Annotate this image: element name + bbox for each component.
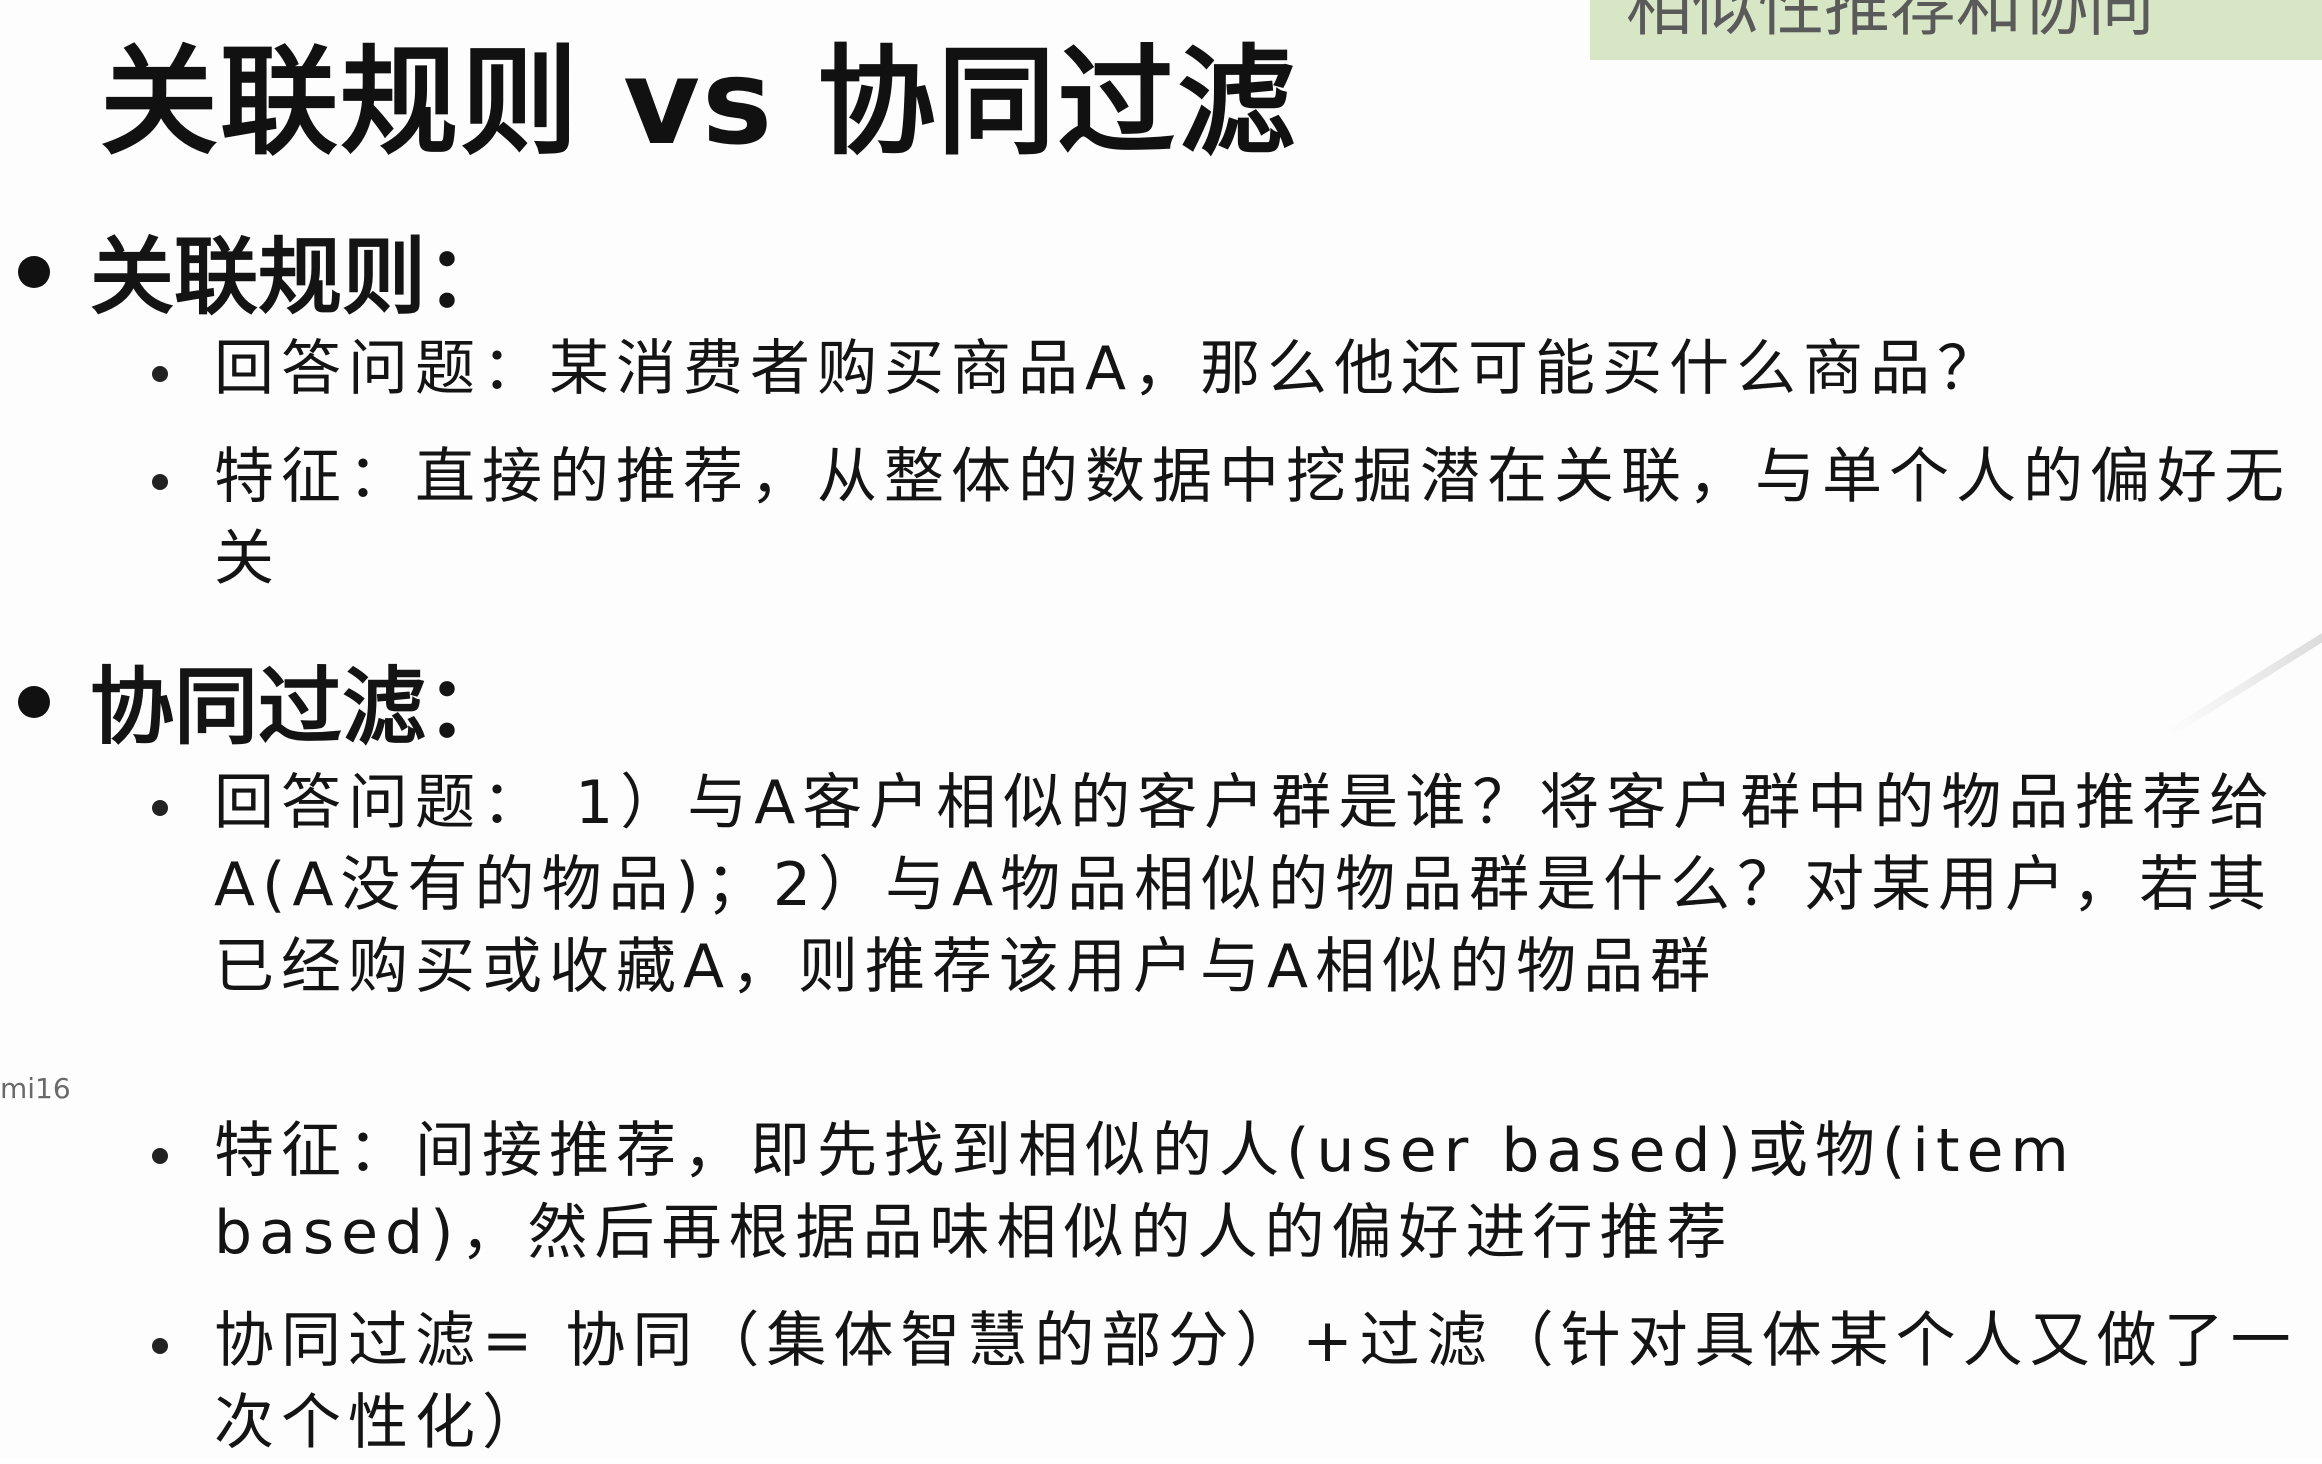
section-heading-text: 关联规则： [90,228,511,326]
bullet-icon [152,800,168,816]
list-item-text: 特征：直接的推荐，从整体的数据中挖掘潜在关联，与单个人的偏好无关 [214,442,2291,594]
bullet-icon [152,474,168,490]
section-heading-text: 协同过滤： [90,658,511,756]
bullet-icon [152,1338,168,1354]
bullet-icon [18,686,50,718]
list-item-text: 协同过滤= 协同（集体智慧的部分）+过滤（针对具体某个人又做了一次个性化） [214,1306,2298,1458]
corner-tag: 相似性推荐和协同 [1590,0,2322,60]
pointer-shine [2167,591,2322,737]
list-item-text: 回答问题： 1）与A客户相似的客户群是谁？将客户群中的物品推荐给A(A没有的物品… [214,768,2277,1002]
list-item-text: 特征：间接推荐，即先找到相似的人(user based)或物(item base… [214,1116,2076,1268]
slide-title: 关联规则 vs 协同过滤 [100,33,1298,171]
bullet-icon [18,256,50,288]
bullet-icon [152,366,168,382]
watermark: mi16 [0,1072,71,1105]
bullet-icon [152,1148,168,1164]
list-item-text: 回答问题：某消费者购买商品A，那么他还可能买什么商品？ [214,334,2005,404]
slide: 相似性推荐和协同 关联规则 vs 协同过滤 关联规则： 回答问题：某消费者购买商… [0,0,2322,1458]
